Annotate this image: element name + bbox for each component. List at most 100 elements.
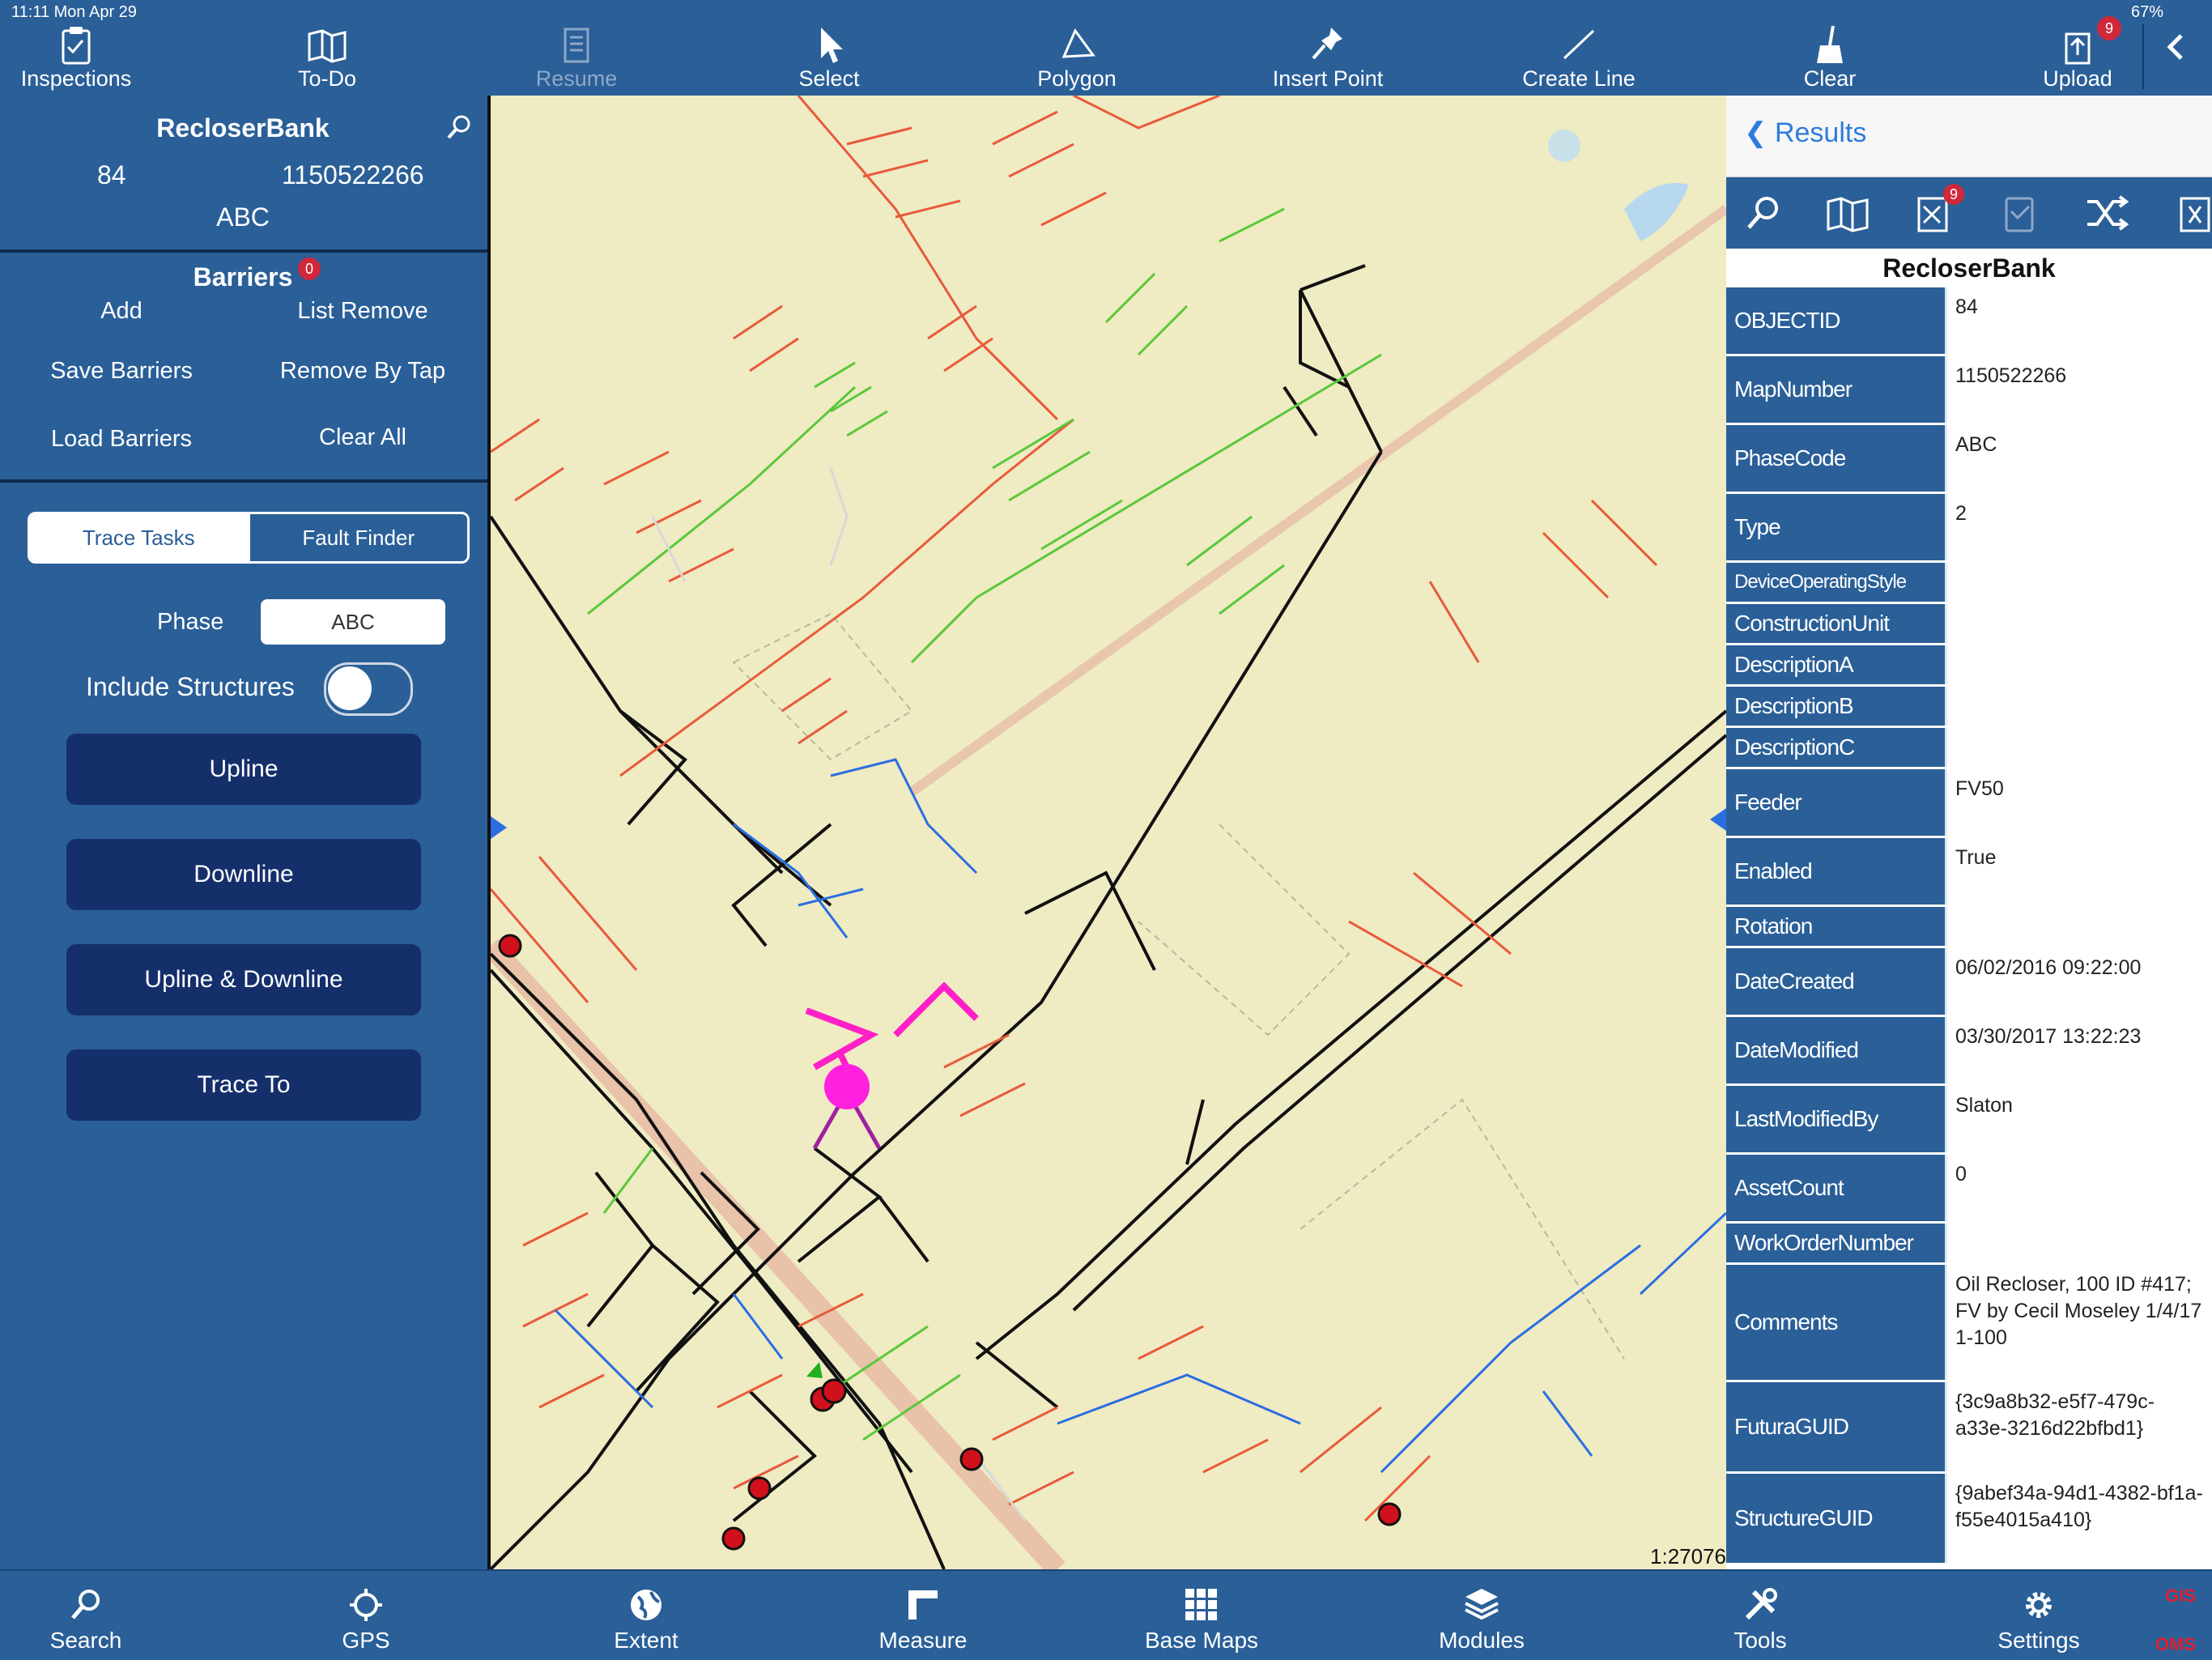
trace-panel: RecloserBank 84 1150522266 ABC Barriers … bbox=[0, 96, 491, 1569]
attr-row-objectid[interactable]: OBJECTID 84 bbox=[1726, 287, 2212, 356]
map-view[interactable]: 1:27076 bbox=[491, 96, 1726, 1569]
attr-row-descriptiona[interactable]: DescriptionA bbox=[1726, 645, 2212, 687]
grid-icon bbox=[1185, 1589, 1217, 1620]
attr-key: DateCreated bbox=[1726, 948, 1945, 1015]
clipboard-icon[interactable] bbox=[1993, 189, 2045, 237]
attr-key: Comments bbox=[1726, 1265, 1945, 1380]
attr-row-enabled[interactable]: Enabled True bbox=[1726, 838, 2212, 907]
attr-value: Slaton bbox=[1945, 1086, 2212, 1152]
utility-network-map[interactable] bbox=[491, 96, 1726, 1569]
clear-button[interactable]: Clear bbox=[1757, 18, 1903, 96]
attr-row-futuraguid[interactable]: FuturaGUID {3c9a8b32-e5f7-479c-a33e-3216d… bbox=[1726, 1382, 2212, 1474]
globe-icon bbox=[631, 1590, 661, 1620]
add-barrier-button[interactable]: Add bbox=[0, 298, 243, 325]
attr-row-descriptionb[interactable]: DescriptionB bbox=[1726, 687, 2212, 728]
attr-row-rotation[interactable]: Rotation bbox=[1726, 907, 2212, 948]
search-icon bbox=[71, 1590, 100, 1620]
attr-value bbox=[1945, 604, 2212, 643]
oms-mode-indicator[interactable]: OMS bbox=[2155, 1634, 2196, 1655]
measure-button[interactable]: Measure bbox=[842, 1586, 1004, 1654]
selected-recloser-marker[interactable] bbox=[824, 1064, 870, 1109]
downline-button[interactable]: Downline bbox=[66, 839, 421, 910]
remove-by-tap-button[interactable]: Remove By Tap bbox=[241, 358, 484, 385]
attr-key: DescriptionA bbox=[1726, 645, 1945, 684]
list-remove-button[interactable]: List Remove bbox=[241, 298, 484, 325]
attr-value: 03/30/2017 13:22:23 bbox=[1945, 1017, 2212, 1083]
results-back-button[interactable]: ❮ Results bbox=[1744, 117, 1866, 149]
polygon-icon bbox=[1061, 28, 1095, 58]
bottom-toolbar: Search GPS Extent Measure Base Maps Modu… bbox=[0, 1569, 2212, 1660]
top-toolbar: 11:11 Mon Apr 29 67% Inspections To-Do R… bbox=[0, 0, 2212, 96]
insert-point-button[interactable]: Insert Point bbox=[1255, 18, 1401, 96]
todo-label: To-Do bbox=[297, 66, 357, 91]
attr-row-constructionunit[interactable]: ConstructionUnit bbox=[1726, 604, 2212, 645]
attr-value bbox=[1945, 907, 2212, 946]
upload-badge: 9 bbox=[2097, 16, 2121, 40]
todo-button[interactable]: To-Do bbox=[254, 18, 400, 96]
clear-label: Clear bbox=[1803, 66, 1857, 91]
phase-field[interactable]: ABC bbox=[261, 599, 445, 645]
tab-trace-tasks[interactable]: Trace Tasks bbox=[30, 514, 248, 561]
resume-button[interactable]: Resume bbox=[504, 18, 649, 96]
search-icon[interactable] bbox=[445, 113, 473, 141]
attr-value: {9abef34a-94d1-4382-bf1a-f55e4015a410} bbox=[1945, 1474, 2212, 1563]
attr-row-phasecode[interactable]: PhaseCode ABC bbox=[1726, 425, 2212, 494]
attr-row-datemodified[interactable]: DateModified 03/30/2017 13:22:23 bbox=[1726, 1017, 2212, 1086]
search-button[interactable]: Search bbox=[5, 1586, 167, 1654]
clear-all-button[interactable]: Clear All bbox=[241, 424, 484, 451]
attr-row-datecreated[interactable]: DateCreated 06/02/2016 09:22:00 bbox=[1726, 948, 2212, 1017]
attr-key: MapNumber bbox=[1726, 356, 1945, 423]
chevron-left-icon: ❮ bbox=[1744, 117, 1767, 148]
collapse-chevron-icon[interactable] bbox=[2159, 29, 2194, 65]
attr-row-assetcount[interactable]: AssetCount 0 bbox=[1726, 1155, 2212, 1224]
feature-phase: ABC bbox=[216, 202, 270, 232]
include-structures-toggle[interactable] bbox=[324, 662, 413, 716]
select-button[interactable]: Select bbox=[756, 18, 902, 96]
attr-row-mapnumber[interactable]: MapNumber 1150522266 bbox=[1726, 356, 2212, 425]
upline-button[interactable]: Upline bbox=[66, 734, 421, 805]
polygon-button[interactable]: Polygon bbox=[1004, 18, 1150, 96]
tools-button[interactable]: Tools bbox=[1679, 1586, 1841, 1654]
attr-row-feeder[interactable]: Feeder FV50 bbox=[1726, 769, 2212, 838]
attr-value: 2 bbox=[1945, 494, 2212, 560]
map-book-icon[interactable] bbox=[1822, 189, 1874, 237]
zoom-to-icon[interactable] bbox=[1738, 189, 1789, 237]
create-line-label: Create Line bbox=[1522, 66, 1636, 91]
close-panel-icon[interactable] bbox=[2170, 189, 2212, 237]
attr-row-comments[interactable]: Comments Oil Recloser, 100 ID #417; FV by… bbox=[1726, 1265, 2212, 1382]
create-line-button[interactable]: Create Line bbox=[1506, 18, 1652, 96]
attr-key: WorkOrderNumber bbox=[1726, 1224, 1945, 1262]
results-header: ❮ Results bbox=[1726, 96, 2212, 177]
upline-downline-button[interactable]: Upline & Downline bbox=[66, 944, 421, 1015]
attr-key: Rotation bbox=[1726, 907, 1945, 946]
attr-row-structureguid[interactable]: StructureGUID {9abef34a-94d1-4382-bf1a-f5… bbox=[1726, 1474, 2212, 1565]
polygon-label: Polygon bbox=[1037, 66, 1117, 91]
gps-button[interactable]: GPS bbox=[285, 1586, 447, 1654]
feature-summary: RecloserBank 84 1150522266 ABC bbox=[0, 96, 487, 253]
feature-map-number: 1150522266 bbox=[282, 160, 424, 189]
save-barriers-button[interactable]: Save Barriers bbox=[0, 358, 243, 385]
attr-row-type[interactable]: Type 2 bbox=[1726, 494, 2212, 563]
attr-key: Type bbox=[1726, 494, 1945, 560]
gis-mode-indicator[interactable]: GIS bbox=[2165, 1586, 2196, 1607]
settings-button[interactable]: Settings bbox=[1958, 1586, 2120, 1654]
attr-row-lastmodifiedby[interactable]: LastModifiedBy Slaton bbox=[1726, 1086, 2212, 1155]
attr-row-descriptionc[interactable]: DescriptionC bbox=[1726, 728, 2212, 769]
upload-button[interactable]: Upload 9 bbox=[2005, 16, 2150, 96]
attr-value: FV50 bbox=[1945, 769, 2212, 836]
line-icon bbox=[1563, 29, 1595, 60]
tab-fault-finder[interactable]: Fault Finder bbox=[247, 514, 467, 561]
load-barriers-button[interactable]: Load Barriers bbox=[0, 426, 243, 453]
edit-attributes-badge: 9 bbox=[1943, 184, 1964, 205]
measure-label: Measure bbox=[878, 1628, 968, 1653]
base-maps-button[interactable]: Base Maps bbox=[1121, 1586, 1283, 1654]
attr-row-deviceoperatingstyle[interactable]: DeviceOperatingStyle bbox=[1726, 563, 2212, 604]
modules-button[interactable]: Modules bbox=[1401, 1586, 1563, 1654]
inspections-button[interactable]: Inspections bbox=[3, 18, 149, 96]
trace-to-button[interactable]: Trace To bbox=[66, 1049, 421, 1121]
shuffle-icon[interactable] bbox=[2081, 189, 2133, 237]
book-map-icon bbox=[308, 29, 347, 63]
attr-key: AssetCount bbox=[1726, 1155, 1945, 1221]
attr-row-workordernumber[interactable]: WorkOrderNumber bbox=[1726, 1224, 2212, 1265]
extent-button[interactable]: Extent bbox=[565, 1586, 727, 1654]
